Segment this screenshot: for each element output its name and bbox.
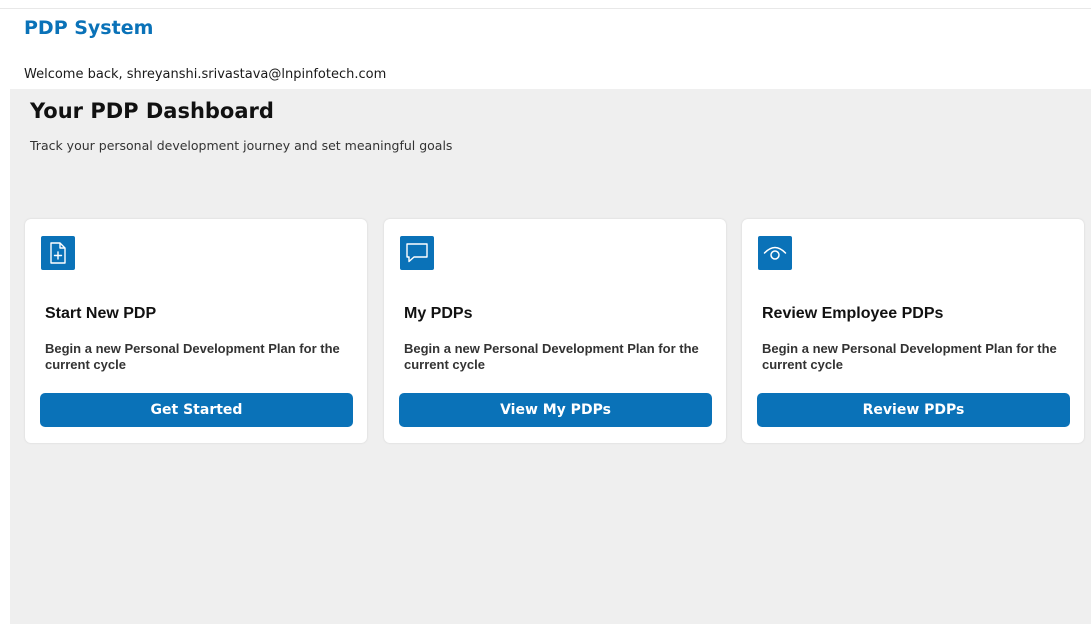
top-border <box>0 8 1091 9</box>
add-document-icon <box>41 236 75 270</box>
card-my-pdps: My PDPs Begin a new Personal Development… <box>384 219 726 443</box>
view-my-pdps-button[interactable]: View My PDPs <box>399 393 712 427</box>
dashboard-main: Your PDP Dashboard Track your personal d… <box>10 89 1091 624</box>
card-review-employee-pdps: Review Employee PDPs Begin a new Persona… <box>742 219 1084 443</box>
page-title: Your PDP Dashboard <box>30 99 274 123</box>
card-title: Review Employee PDPs <box>762 305 944 322</box>
card-title: Start New PDP <box>45 305 157 322</box>
app-title[interactable]: PDP System <box>24 17 153 39</box>
eye-icon <box>758 236 792 270</box>
get-started-button[interactable]: Get Started <box>40 393 353 427</box>
chat-bubble-icon <box>400 236 434 270</box>
card-description: Begin a new Personal Development Plan fo… <box>404 341 699 372</box>
card-start-new-pdp: Start New PDP Begin a new Personal Devel… <box>25 219 367 443</box>
page-subtitle: Track your personal development journey … <box>30 138 453 153</box>
card-description: Begin a new Personal Development Plan fo… <box>45 341 340 372</box>
card-title: My PDPs <box>404 305 473 322</box>
welcome-message: Welcome back, shreyanshi.srivastava@lnpi… <box>24 67 387 82</box>
review-pdps-button[interactable]: Review PDPs <box>757 393 1070 427</box>
card-description: Begin a new Personal Development Plan fo… <box>762 341 1057 372</box>
